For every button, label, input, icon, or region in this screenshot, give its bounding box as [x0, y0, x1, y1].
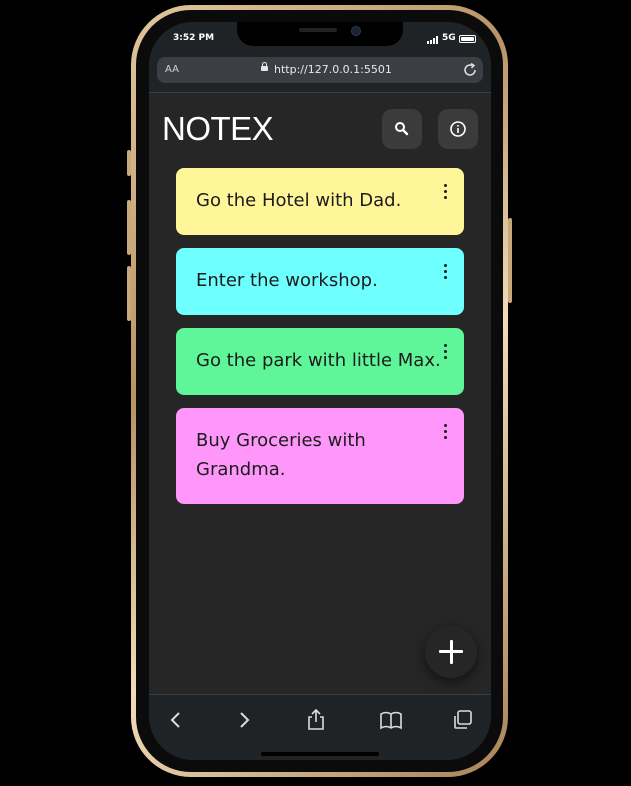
battery-icon: [459, 35, 476, 43]
note-card[interactable]: Go the Hotel with Dad.: [176, 168, 464, 235]
note-card[interactable]: Enter the workshop.: [176, 248, 464, 315]
signal-icon: [427, 36, 439, 44]
phone-screen: 3:52 PM 5G AA http://127.0.0.1:5501 NOTE…: [149, 22, 491, 760]
network-label: 5G: [442, 33, 456, 43]
more-vertical-icon[interactable]: [444, 424, 448, 440]
text-size-button[interactable]: AA: [165, 64, 179, 75]
lock-icon: [261, 62, 268, 71]
note-text: Go the park with little Max.: [196, 350, 441, 371]
home-indicator[interactable]: [261, 752, 379, 756]
earpiece-speaker: [299, 28, 337, 32]
browser-toolbar: [149, 694, 491, 760]
url-text[interactable]: http://127.0.0.1:5501: [274, 63, 392, 76]
add-note-button[interactable]: [425, 626, 477, 678]
volume-down-button: [127, 266, 131, 321]
note-card[interactable]: Buy Groceries with Grandma.: [176, 408, 464, 504]
back-icon[interactable]: [163, 707, 189, 733]
search-button[interactable]: [382, 109, 422, 149]
app-title: NOTEX: [162, 110, 274, 147]
info-icon: [450, 121, 466, 137]
reload-icon[interactable]: [461, 61, 479, 79]
bookmarks-icon[interactable]: [378, 707, 404, 733]
mute-switch: [127, 150, 131, 176]
note-card[interactable]: Go the park with little Max.: [176, 328, 464, 395]
more-vertical-icon[interactable]: [444, 184, 448, 200]
volume-up-button: [127, 200, 131, 255]
status-time: 3:52 PM: [173, 33, 215, 43]
forward-icon[interactable]: [231, 707, 257, 733]
note-text: Go the Hotel with Dad.: [196, 190, 402, 211]
tabs-icon[interactable]: [450, 707, 476, 733]
front-camera: [351, 26, 361, 36]
share-icon[interactable]: [303, 707, 329, 733]
notch: [237, 22, 403, 46]
info-button[interactable]: [438, 109, 478, 149]
note-text: Enter the workshop.: [196, 270, 378, 291]
note-text: Buy Groceries with Grandma.: [196, 430, 366, 480]
search-icon: [395, 122, 409, 136]
more-vertical-icon[interactable]: [444, 344, 448, 360]
url-field[interactable]: AA http://127.0.0.1:5501: [157, 57, 483, 83]
power-button: [508, 218, 512, 303]
more-vertical-icon[interactable]: [444, 264, 448, 280]
browser-address-bar: AA http://127.0.0.1:5501: [149, 50, 491, 93]
